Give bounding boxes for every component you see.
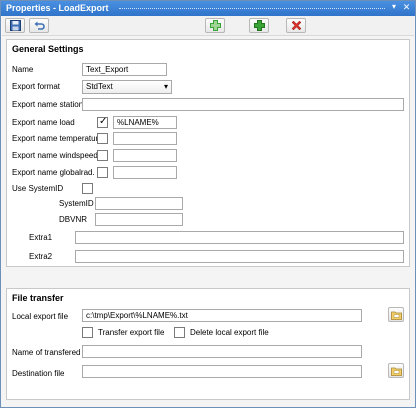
title-bar[interactable]: Properties - LoadExport ▾ ✕ — [1, 1, 415, 16]
delete-local-export-file-label: Delete local export file — [190, 328, 269, 337]
export-name-globalrad-field[interactable] — [113, 166, 177, 179]
destination-browse-button[interactable] — [388, 363, 404, 378]
add-green-icon — [210, 20, 221, 31]
save-icon — [10, 20, 21, 31]
use-systemid-checkbox[interactable] — [82, 183, 93, 194]
delete-button[interactable] — [286, 18, 306, 33]
extra1-label: Extra1 — [29, 233, 53, 242]
toolbar — [2, 16, 414, 36]
add-copy-button[interactable] — [205, 18, 225, 33]
export-format-select[interactable]: StdText ▾ — [82, 80, 172, 94]
delete-local-export-file-checkbox[interactable] — [174, 327, 185, 338]
window-title: Properties - LoadExport — [6, 3, 109, 13]
add-icon — [254, 20, 265, 31]
folder-icon — [391, 311, 402, 320]
folder-icon — [391, 367, 402, 376]
export-name-station-label: Export name station — [12, 100, 84, 109]
general-settings-title: General Settings — [12, 44, 84, 54]
chevron-down-icon: ▾ — [163, 82, 168, 91]
properties-window: Properties - LoadExport ▾ ✕ General Sett… — [0, 0, 416, 408]
delete-icon — [291, 20, 302, 31]
undo-button[interactable] — [29, 18, 49, 33]
export-name-windspeed-checkbox[interactable] — [97, 150, 108, 161]
transfer-export-file-checkbox[interactable] — [82, 327, 93, 338]
export-format-value: StdText — [86, 82, 113, 91]
export-name-load-field[interactable]: %LNAME% — [113, 116, 177, 129]
systemid-field[interactable] — [95, 197, 183, 210]
title-bar-grip — [119, 8, 385, 9]
add-button[interactable] — [249, 18, 269, 33]
export-name-load-checkbox[interactable] — [97, 116, 108, 128]
dbvnr-field[interactable] — [95, 213, 183, 226]
name-label: Name — [12, 65, 34, 74]
name-of-transfered-field[interactable] — [82, 345, 362, 358]
extra2-label: Extra2 — [29, 252, 53, 261]
destination-file-field[interactable] — [82, 365, 362, 378]
general-settings-panel: General Settings Name Text_Export Export… — [6, 39, 410, 267]
export-name-load-label: Export name load — [12, 118, 75, 127]
transfer-export-file-label: Transfer export file — [98, 328, 165, 337]
export-name-windspeed-label: Export name windspeed — [12, 151, 98, 160]
destination-file-label: Destination file — [12, 369, 65, 378]
export-name-station-field[interactable] — [82, 98, 404, 111]
dbvnr-label: DBVNR — [59, 215, 88, 224]
extra1-field[interactable] — [75, 231, 404, 244]
close-icon[interactable]: ✕ — [401, 2, 412, 14]
pin-icon[interactable]: ▾ — [389, 2, 399, 14]
export-format-label: Export format — [12, 82, 61, 91]
export-name-globalrad-checkbox[interactable] — [97, 167, 108, 178]
name-field[interactable]: Text_Export — [82, 63, 167, 76]
export-name-globalrad-label: Export name globalrad. — [12, 168, 95, 177]
undo-icon — [34, 21, 45, 30]
extra2-field[interactable] — [75, 250, 404, 263]
name-of-transfered-label: Name of transfered — [12, 348, 81, 357]
use-systemid-label: Use SystemID — [12, 184, 64, 193]
local-export-browse-button[interactable] — [388, 307, 404, 322]
local-export-file-field[interactable]: c:\tmp\Export\%LNAME%.txt — [82, 309, 362, 322]
file-transfer-title: File transfer — [12, 293, 64, 303]
export-name-temperature-label: Export name temperature — [12, 134, 103, 143]
file-transfer-panel: File transfer Local export file c:\tmp\E… — [6, 288, 410, 400]
export-name-temperature-field[interactable] — [113, 132, 177, 145]
export-name-temperature-checkbox[interactable] — [97, 133, 108, 144]
systemid-label: SystemID — [59, 199, 94, 208]
export-name-windspeed-field[interactable] — [113, 149, 177, 162]
save-button[interactable] — [5, 18, 25, 33]
local-export-file-label: Local export file — [12, 312, 69, 321]
